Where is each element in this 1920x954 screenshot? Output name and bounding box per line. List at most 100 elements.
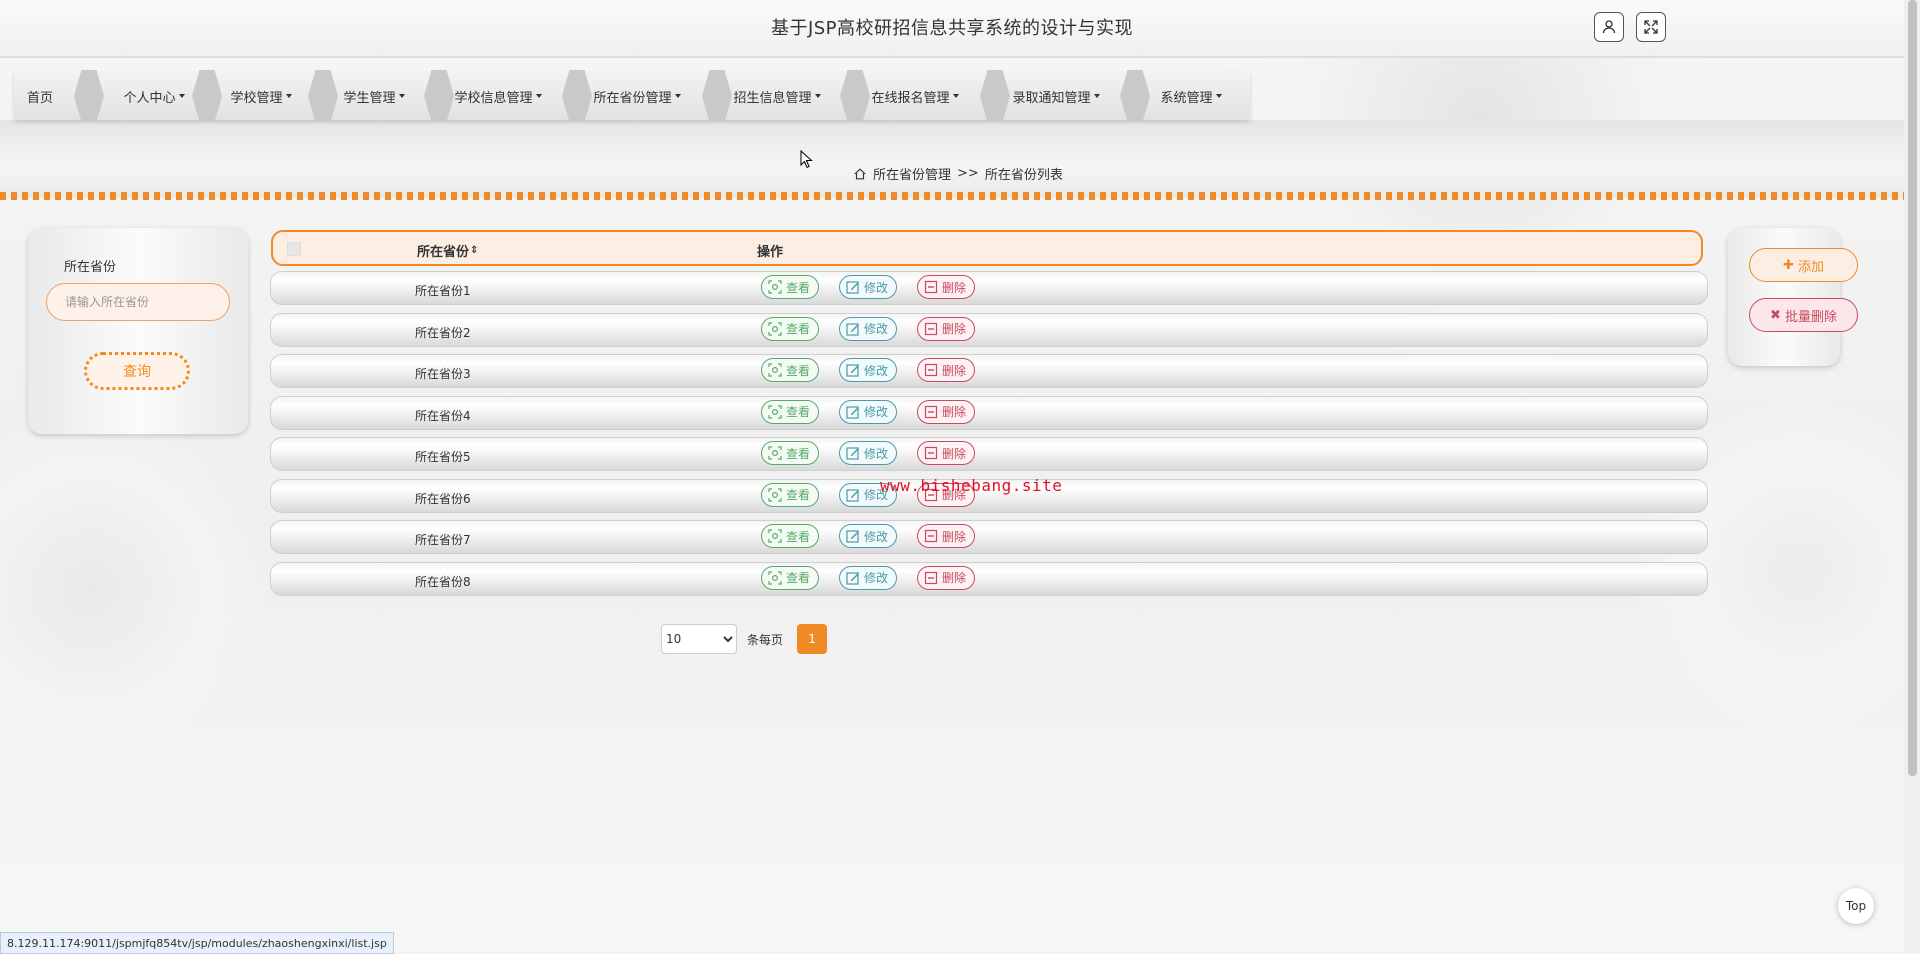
page-size-select[interactable]: 10	[661, 624, 737, 654]
nav-item-label: 学校信息管理	[454, 90, 533, 106]
search-field-label: 所在省份	[64, 260, 117, 275]
view-button-label: 查看	[786, 280, 811, 295]
table-row: 所在省份3 查看 修改 删除	[270, 354, 1708, 388]
caret-down-icon	[535, 94, 542, 98]
edit-button-label: 修改	[864, 405, 889, 419]
batch-delete-button[interactable]: ✖ 批量删除	[1749, 298, 1858, 332]
delete-button[interactable]: 删除	[917, 524, 976, 548]
add-button[interactable]: ✚ 添加	[1749, 248, 1858, 282]
delete-button-label: 删除	[942, 446, 967, 461]
plus-icon: ✚	[1783, 257, 1794, 273]
delete-button-label: 删除	[942, 405, 967, 419]
table-row: 所在省份4 查看 修改 删除	[270, 395, 1708, 430]
province-name-cell: 所在省份6	[415, 491, 471, 506]
province-name-cell: 所在省份8	[415, 574, 471, 589]
mouse-cursor-icon	[800, 150, 813, 169]
query-button[interactable]: 查询	[84, 352, 190, 390]
table-row: 所在省份5 查看 修改 删除	[270, 437, 1708, 471]
nav-item-9[interactable]: 录取通知管理	[1000, 72, 1112, 120]
edit-button[interactable]: 修改	[839, 399, 898, 424]
breadcrumb-current: 所在省份列表	[984, 168, 1063, 183]
nav-item-2[interactable]: 个人中心	[110, 72, 198, 120]
top-header: 基于JSP高校研招信息共享系统的设计与实现	[0, 0, 1904, 58]
nav-item-label: 个人中心	[123, 90, 176, 106]
delete-button[interactable]: 删除	[917, 275, 976, 299]
view-icon	[768, 321, 782, 336]
edit-icon	[846, 405, 859, 419]
view-button[interactable]: 查看	[761, 482, 820, 507]
nav-item-3[interactable]: 学校管理	[218, 72, 304, 120]
table-row: 所在省份7 查看 修改 删除	[270, 520, 1708, 554]
user-icon	[1602, 20, 1616, 34]
breadcrumb-section[interactable]: 所在省份管理	[873, 164, 951, 183]
caret-down-icon	[398, 94, 405, 98]
nav-divider-hexagon	[74, 70, 104, 122]
province-name-cell: 所在省份2	[415, 325, 471, 340]
home-icon	[854, 167, 866, 179]
delete-button[interactable]: 删除	[917, 358, 976, 382]
sort-icon[interactable]: ⇕	[470, 245, 478, 256]
delete-button[interactable]: 删除	[917, 316, 976, 341]
delete-icon	[924, 405, 938, 418]
delete-icon	[924, 571, 938, 584]
nav-item-8[interactable]: 在线报名管理	[860, 72, 970, 120]
delete-button[interactable]: 删除	[917, 441, 976, 465]
edit-button[interactable]: 修改	[839, 565, 898, 590]
view-icon	[768, 446, 782, 460]
delete-button-label: 删除	[942, 322, 967, 336]
edit-button-label: 修改	[864, 529, 889, 544]
nav-item-label: 录取通知管理	[1012, 90, 1091, 106]
expand-icon	[1644, 20, 1658, 34]
view-button[interactable]: 查看	[761, 399, 820, 424]
nav-item-7[interactable]: 招生信息管理	[722, 72, 832, 120]
view-button[interactable]: 查看	[761, 565, 820, 590]
back-to-top-button[interactable]: Top	[1838, 888, 1874, 924]
page-number-current[interactable]: 1	[797, 624, 828, 654]
edit-button[interactable]: 修改	[839, 358, 898, 382]
edit-button-label: 修改	[864, 280, 889, 295]
view-button-label: 查看	[786, 529, 811, 544]
delete-icon	[924, 363, 938, 377]
edit-button[interactable]: 修改	[839, 275, 898, 299]
scrollbar-thumb[interactable]	[1908, 0, 1917, 776]
view-button-label: 查看	[786, 446, 811, 461]
province-search-input[interactable]	[46, 283, 230, 321]
view-button[interactable]: 查看	[761, 441, 820, 465]
province-name-cell: 所在省份3	[415, 367, 471, 381]
edit-button[interactable]: 修改	[839, 316, 898, 341]
pagination: 10 条每页 1	[661, 624, 828, 654]
column-header-province[interactable]: 所在省份 ⇕	[417, 241, 478, 260]
nav-item-10[interactable]: 系统管理	[1142, 72, 1240, 120]
user-profile-button[interactable]	[1594, 12, 1624, 42]
nav-item-label: 所在省份管理	[593, 90, 672, 106]
edit-button-label: 修改	[864, 571, 889, 585]
nav-item-1[interactable]: 首页	[14, 72, 66, 120]
delete-button[interactable]: 删除	[917, 565, 976, 590]
view-button[interactable]: 查看	[761, 275, 820, 299]
view-button[interactable]: 查看	[761, 316, 820, 341]
province-name-cell: 所在省份7	[415, 533, 471, 547]
watermark-text: www.bishebang.site	[880, 476, 1063, 495]
delete-button[interactable]: 删除	[917, 399, 976, 424]
nav-item-5[interactable]: 学校信息管理	[444, 72, 552, 120]
edit-button-label: 修改	[864, 446, 889, 461]
fullscreen-button[interactable]	[1636, 12, 1666, 42]
main-nav: 首页 个人中心 学校管理 学生管理 学校信息管理 所在省份管理 招生信息管理 在线报名管理 录取…	[14, 70, 1250, 122]
edit-button[interactable]: 修改	[839, 524, 898, 548]
page-scrollbar[interactable]	[1904, 0, 1920, 952]
breadcrumb-separator: >>	[957, 166, 979, 181]
table-row: 所在省份1 查看 修改 删除	[270, 271, 1708, 305]
view-button[interactable]: 查看	[761, 524, 820, 548]
banner-strip	[0, 120, 1904, 198]
nav-item-4[interactable]: 学生管理	[334, 72, 414, 120]
view-icon	[768, 570, 782, 585]
edit-icon	[846, 322, 859, 336]
nav-item-6[interactable]: 所在省份管理	[582, 72, 692, 120]
select-all-checkbox[interactable]	[287, 242, 301, 256]
view-button[interactable]: 查看	[761, 358, 820, 382]
delete-button-label: 删除	[942, 280, 967, 295]
delete-icon	[924, 322, 938, 335]
delete-button-label: 删除	[942, 571, 967, 585]
edit-button[interactable]: 修改	[839, 441, 898, 465]
caret-down-icon	[1215, 94, 1222, 98]
